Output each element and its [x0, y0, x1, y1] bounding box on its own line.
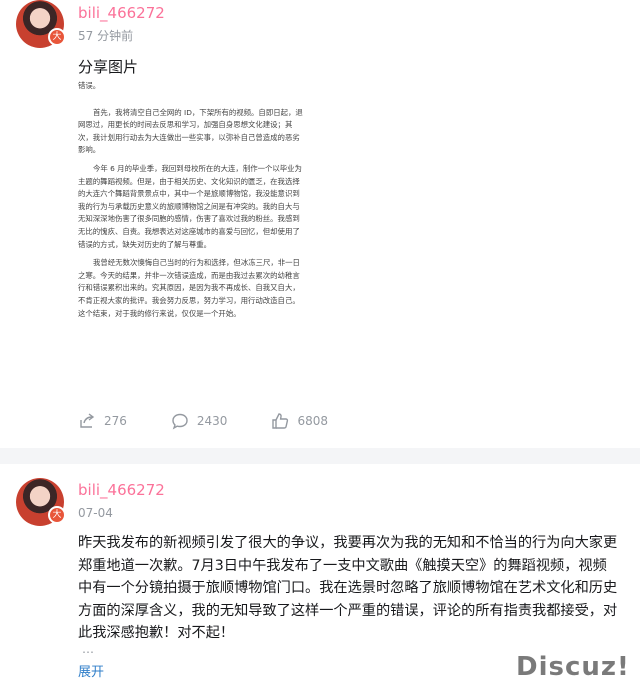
post-title: 分享图片	[78, 58, 139, 76]
username[interactable]: bili_466272	[78, 481, 165, 499]
action-bar: 276 2430 6808	[78, 412, 328, 430]
truncation-ellipsis: …	[82, 642, 94, 656]
share-icon	[80, 413, 95, 428]
watermark-logo: Discuz!	[516, 652, 630, 682]
thumbs-up-icon	[272, 413, 289, 429]
shared-image[interactable]: 错误。 首先，我将清空自己全网的 ID，下架所有的视频。自即日起，退网思过，用更…	[78, 80, 306, 398]
avatar[interactable]: 大	[16, 0, 66, 48]
share-count: 276	[104, 414, 127, 428]
level-badge: 大	[48, 28, 66, 46]
comment-icon	[172, 413, 188, 430]
like-button[interactable]: 6808	[271, 412, 328, 430]
expand-link[interactable]: 展开	[78, 661, 104, 680]
post-time: 57 分钟前	[78, 29, 134, 43]
image-text-line: 错误。	[78, 81, 101, 90]
post-time: 07-04	[78, 506, 113, 520]
username[interactable]: bili_466272	[78, 4, 165, 22]
level-badge: 大	[48, 506, 66, 524]
image-text-paragraph: 我曾经无数次懊悔自己当时的行为和选择，但冰冻三尺，非一日之寒。今天的结果，并非一…	[78, 258, 300, 318]
post-card-1: 大 bili_466272 57 分钟前 分享图片 错误。 首先，我将清空自己全…	[0, 0, 640, 448]
like-count: 6808	[297, 414, 328, 428]
comment-count: 2430	[196, 414, 228, 428]
avatar[interactable]: 大	[16, 478, 66, 526]
share-button[interactable]: 276	[78, 412, 127, 430]
comment-button[interactable]: 2430	[171, 412, 228, 430]
image-text-paragraph: 今年 6 月的毕业季，我回到母校所在的大连，制作一个以毕业为主题的舞蹈视频。但是…	[78, 163, 302, 249]
post-body: 昨天我发布的新视频引发了很大的争议，我要再次为我的无知和不恰当的行为向大家更郑重…	[78, 535, 618, 642]
image-text-paragraph: 首先，我将清空自己全网的 ID，下架所有的视频。自即日起，退网思过，用更长的时间…	[78, 107, 303, 155]
